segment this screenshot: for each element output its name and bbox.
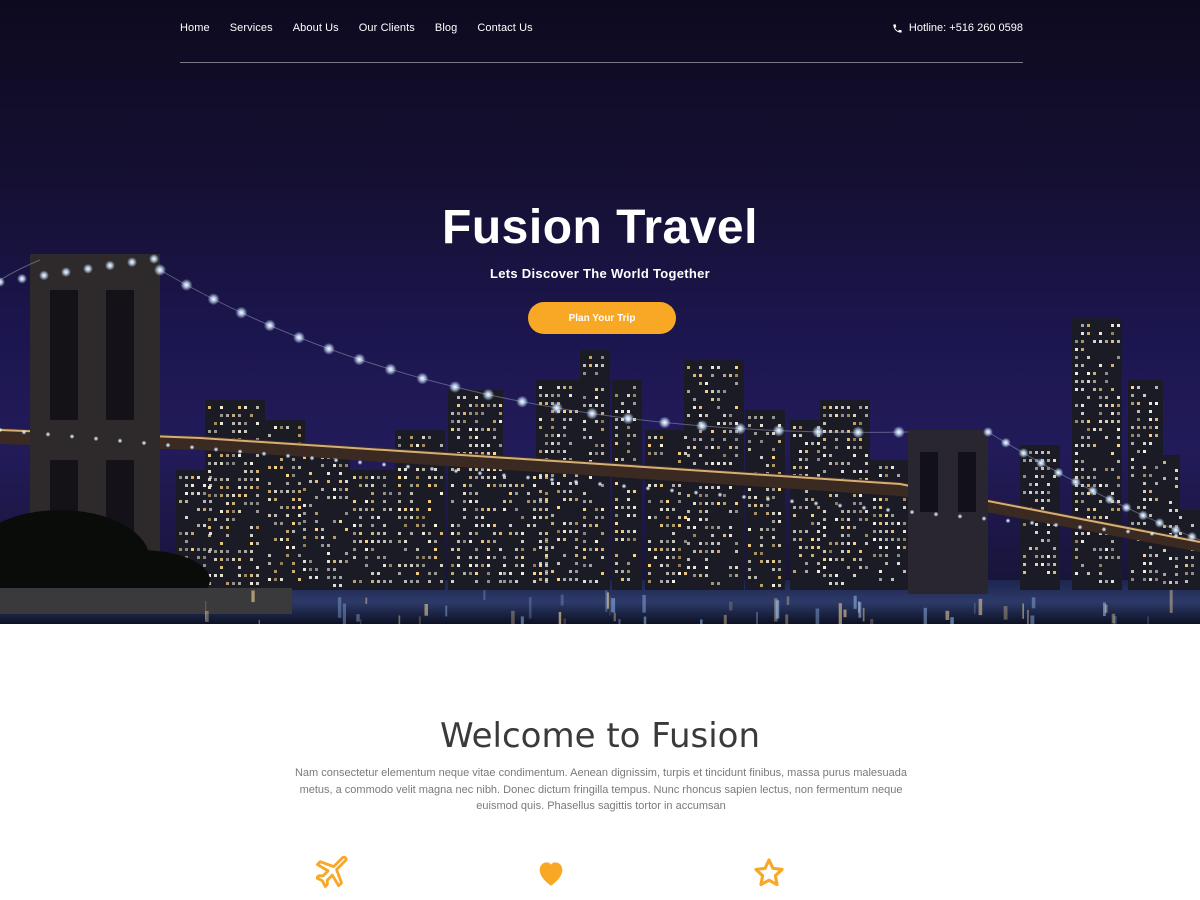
main-nav: Home Services About Us Our Clients Blog …	[180, 22, 553, 34]
plan-your-trip-button[interactable]: Plan Your Trip	[528, 302, 676, 334]
star-icon	[752, 856, 786, 890]
hero-section: Home Services About Us Our Clients Blog …	[0, 0, 1200, 624]
airplane-icon	[315, 855, 350, 890]
hotline[interactable]: Hotline: +516 260 0598	[892, 22, 1023, 34]
nav-home[interactable]: Home	[180, 22, 210, 34]
nav-blog[interactable]: Blog	[435, 22, 457, 34]
welcome-text: Nam consectetur elementum neque vitae co…	[294, 767, 908, 812]
hero-subtitle: Lets Discover The World Together	[489, 266, 711, 281]
nav-our-clients[interactable]: Our Clients	[359, 22, 415, 34]
phone-icon	[893, 23, 902, 33]
nav-services[interactable]: Services	[230, 22, 273, 34]
hero-title: Fusion Travel	[442, 201, 758, 254]
features-row	[0, 855, 1200, 896]
top-navigation-bar: Home Services About Us Our Clients Blog …	[180, 0, 1023, 63]
nav-about-us[interactable]: About Us	[293, 22, 339, 34]
hotline-text: Hotline: +516 260 0598	[908, 22, 1023, 34]
heart-icon	[534, 856, 568, 890]
welcome-title: Welcome to Fusion	[439, 716, 761, 756]
nav-contact-us[interactable]: Contact Us	[477, 22, 532, 34]
